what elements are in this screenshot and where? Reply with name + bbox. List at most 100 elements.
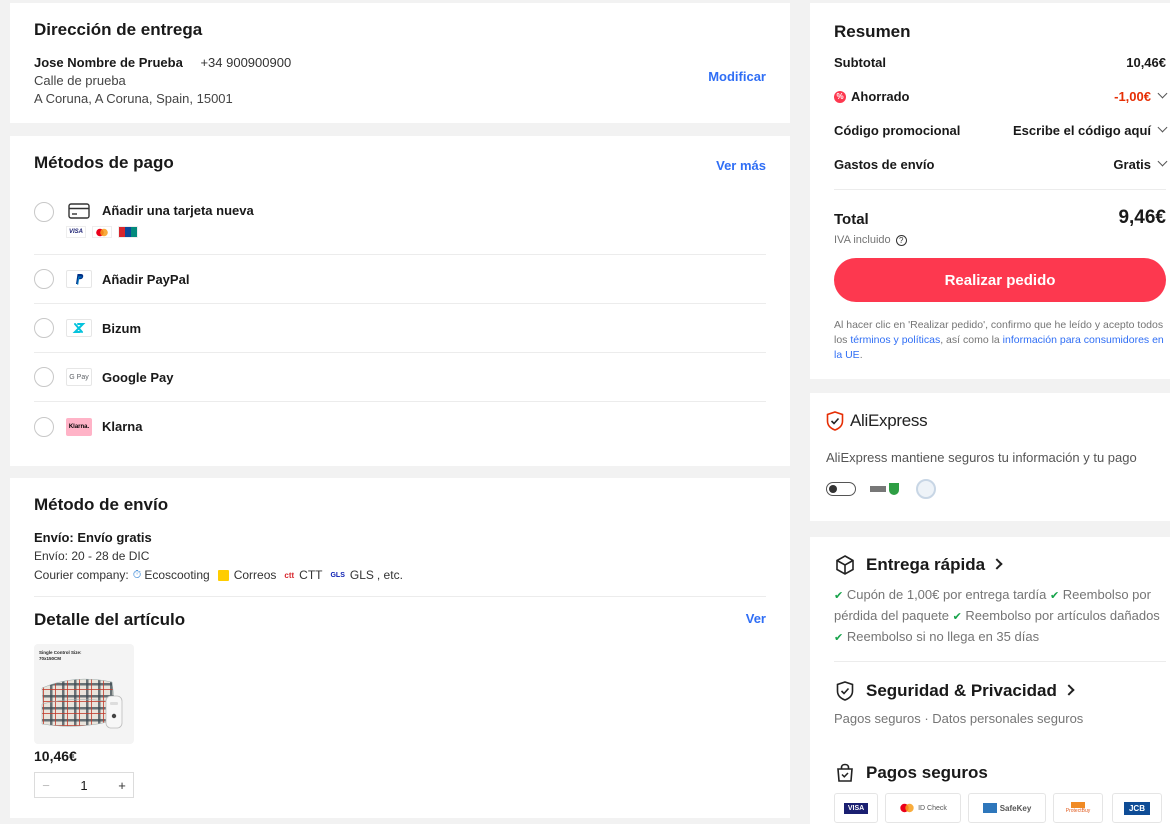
- visa-icon: VISA: [66, 226, 86, 238]
- shipping-cost-label: Gastos de envío: [834, 157, 935, 172]
- courier-name: Correos: [233, 568, 277, 582]
- security-badges: [826, 479, 936, 499]
- increase-quantity-button[interactable]: +: [111, 778, 133, 793]
- check-icon: ✔: [1049, 590, 1060, 602]
- security-badge-icon: [826, 482, 856, 496]
- divider: [834, 661, 1166, 662]
- security-privacy-title: Seguridad & Privacidad: [866, 681, 1057, 700]
- fast-delivery-title: Entrega rápida: [866, 555, 986, 574]
- recipient-phone: +34 900900900: [200, 55, 292, 70]
- address-card: Dirección de entrega Jose Nombre de Prue…: [10, 3, 790, 123]
- quantity-stepper: − 1 +: [34, 772, 134, 798]
- payment-option-klarna[interactable]: Klarna. Klarna: [34, 402, 766, 451]
- payment-option-card[interactable]: Añadir una tarjeta nueva VISA: [34, 193, 766, 255]
- payment-radio[interactable]: [34, 318, 54, 338]
- unionpay-icon: [118, 226, 138, 238]
- aliexpress-brand: AliExpress: [826, 411, 928, 431]
- payment-option-paypal[interactable]: Añadir PayPal: [34, 255, 766, 304]
- payment-option-label: Añadir una tarjeta nueva: [102, 203, 254, 218]
- legal-text: , así como la: [940, 334, 1003, 346]
- amex-safekey-icon: SafeKey: [968, 793, 1046, 823]
- subtotal-label: Subtotal: [834, 55, 886, 70]
- chevron-down-icon: [1157, 122, 1168, 133]
- chevron-right-icon: [991, 558, 1003, 570]
- payment-option-label: Klarna: [102, 419, 143, 434]
- mastercard-id-check-icon: ID Check: [885, 793, 961, 823]
- promo-code-row[interactable]: Código promocional Escribe el código aqu…: [834, 122, 1168, 138]
- payment-radio[interactable]: [34, 269, 54, 289]
- courier-suffix: , etc.: [376, 568, 403, 582]
- credit-card-icon: [66, 202, 92, 220]
- benefit-item: Cupón de 1,00€ por entrega tardía: [846, 587, 1047, 602]
- address-title: Dirección de entrega: [34, 20, 203, 39]
- shipping-dates: Envío: 20 - 28 de DIC: [34, 549, 150, 563]
- divider: [34, 596, 766, 597]
- discount-icon: %: [834, 90, 846, 103]
- klarna-icon: Klarna.: [66, 417, 92, 436]
- security-privacy-heading[interactable]: Seguridad & Privacidad: [834, 680, 1075, 702]
- ecoscooting-icon: ⏱: [132, 568, 142, 581]
- terms-link[interactable]: términos y políticas: [850, 334, 940, 346]
- shipping-cost-value: Gratis: [1113, 157, 1151, 172]
- security-badge-icon: [870, 482, 902, 496]
- saved-row[interactable]: % Ahorrado -1,00€: [834, 88, 1168, 104]
- legal-text: .: [859, 349, 863, 361]
- bizum-icon: [66, 319, 92, 337]
- payment-methods-card: Métodos de pago Ver más Añadir una tarje…: [10, 136, 790, 466]
- order-summary-card: Resumen Subtotal 10,46€ % Ahorrado -1,00…: [810, 3, 1170, 379]
- jcb-secure-icon: JCB: [1112, 793, 1162, 823]
- legal-notice: Al hacer clic en 'Realizar pedido', conf…: [834, 318, 1166, 363]
- correos-icon: [217, 569, 229, 581]
- payment-title: Métodos de pago: [34, 153, 174, 172]
- fast-delivery-benefits: ✔ Cupón de 1,00€ por entrega tardía ✔ Re…: [834, 585, 1166, 648]
- payment-radio[interactable]: [34, 367, 54, 387]
- place-order-button[interactable]: Realizar pedido: [834, 258, 1166, 302]
- courier-name: CTT: [299, 568, 323, 582]
- quantity-value[interactable]: 1: [80, 778, 87, 793]
- vat-note: IVA incluido ?: [834, 234, 907, 246]
- total-label: Total: [834, 211, 869, 228]
- product-image[interactable]: Single Control Size: 70x150CM: [34, 644, 134, 744]
- address-street: Calle de prueba: [34, 73, 126, 88]
- payment-option-label: Google Pay: [102, 369, 174, 385]
- view-item-link[interactable]: Ver: [746, 611, 766, 626]
- payment-option-bizum[interactable]: Bizum: [34, 304, 766, 353]
- box-icon: [836, 555, 854, 575]
- aliexpress-trust-card: AliExpress AliExpress mantiene seguros t…: [810, 393, 1170, 521]
- check-icon: ✔: [834, 632, 844, 644]
- check-icon: ✔: [952, 611, 962, 623]
- check-icon: ✔: [834, 590, 844, 602]
- shopping-bag-icon: [837, 763, 853, 782]
- paypal-icon: [66, 270, 92, 288]
- ctt-icon: ctt: [284, 570, 295, 580]
- courier-prefix: Courier company:: [34, 568, 129, 582]
- aliexpress-logo-text: AliExpress: [850, 411, 928, 430]
- total-value: 9,46€: [1118, 207, 1166, 228]
- payment-option-label: Añadir PayPal: [102, 271, 190, 287]
- decrease-quantity-button[interactable]: −: [35, 778, 57, 793]
- payment-radio[interactable]: [34, 416, 54, 437]
- payment-radio[interactable]: [34, 202, 54, 222]
- courier-name: GLS: [349, 568, 374, 582]
- promo-input[interactable]: Escribe el código aquí: [1013, 123, 1151, 138]
- subtotal-row: Subtotal 10,46€: [834, 55, 1166, 70]
- modify-address-link[interactable]: Modificar: [708, 69, 766, 84]
- shipping-title: Método de envío: [34, 495, 169, 514]
- security-badge-icon: [916, 479, 936, 499]
- see-more-payment-link[interactable]: Ver más: [716, 158, 766, 173]
- payment-option-google-pay[interactable]: G Pay Google Pay: [34, 353, 766, 402]
- electric-blanket-illustration: [41, 678, 123, 729]
- chevron-right-icon: [1063, 684, 1075, 696]
- benefits-card: Entrega rápida ✔ Cupón de 1,00€ por entr…: [810, 537, 1170, 824]
- fast-delivery-heading[interactable]: Entrega rápida: [834, 554, 1003, 576]
- visa-secure-icon: VISA: [834, 793, 878, 823]
- saved-value: -1,00€: [1114, 89, 1151, 104]
- gls-icon: GLS: [330, 571, 345, 579]
- benefit-item: Reembolso por artículos dañados: [965, 608, 1160, 623]
- saved-label: Ahorrado: [851, 89, 910, 104]
- shipping-cost-row[interactable]: Gastos de envío Gratis: [834, 156, 1168, 172]
- help-icon[interactable]: ?: [895, 234, 907, 246]
- item-price: 10,46€: [34, 748, 77, 764]
- security-privacy-text: Pagos seguros · Datos personales seguros: [834, 711, 1084, 726]
- recipient-name: Jose Nombre de Prueba: [34, 55, 183, 70]
